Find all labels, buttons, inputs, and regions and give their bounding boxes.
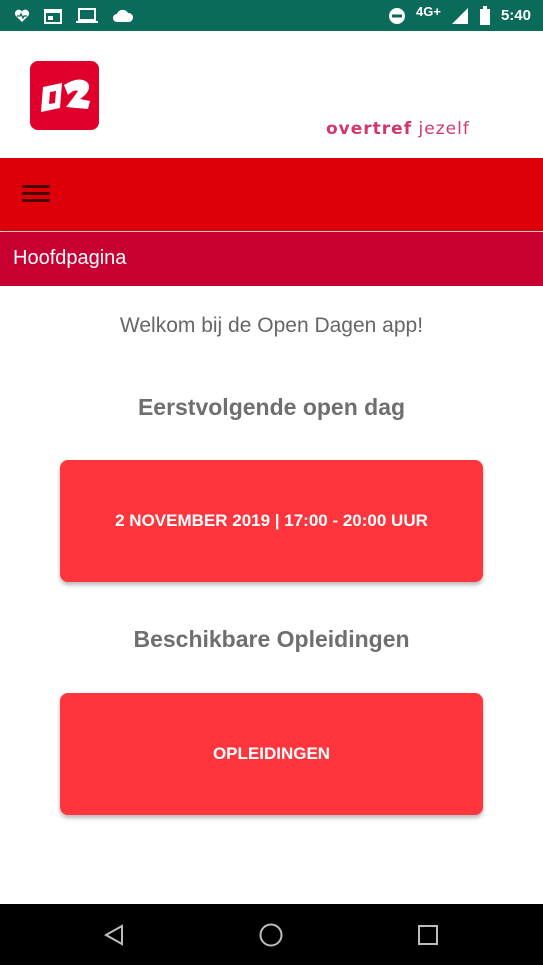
status-bar: 4G+ 5:40 — [0, 0, 543, 31]
page-title: Hoofdpagina — [13, 247, 127, 269]
signal-icon — [451, 7, 469, 25]
school-logo — [30, 61, 99, 130]
heart-pulse-icon — [14, 9, 30, 23]
next-open-day-button[interactable]: 2 NOVEMBER 2019 | 17:00 - 20:00 UUR — [60, 460, 483, 582]
welcome-text: Welkom bij de Open Dagen app! — [119, 314, 424, 337]
system-nav-bar — [0, 904, 543, 965]
tagline-light: jezelf — [418, 119, 470, 139]
app-toolbar — [0, 158, 543, 231]
tagline-bold: overtref — [326, 119, 413, 139]
programs-heading: Beschikbare Opleidingen — [133, 626, 410, 652]
cloud-icon — [112, 9, 134, 23]
network-type: 4G+ — [416, 4, 441, 19]
laptop-icon — [76, 7, 98, 24]
clock: 5:40 — [500, 7, 531, 24]
recents-square-icon[interactable] — [398, 904, 458, 965]
do-not-disturb-icon — [388, 7, 406, 25]
next-open-day-heading: Eerstvolgende open dag — [137, 394, 406, 420]
brand-header: overtref jezelf — [0, 31, 543, 158]
tagline: overtref jezelf — [326, 119, 470, 139]
calendar-icon — [44, 8, 62, 24]
page-header: Hoofdpagina — [0, 232, 543, 286]
battery-icon — [479, 5, 491, 26]
programs-button[interactable]: OPLEIDINGEN — [60, 693, 483, 815]
hamburger-menu-icon[interactable] — [22, 185, 50, 205]
back-triangle-icon[interactable] — [84, 904, 144, 965]
home-circle-icon[interactable] — [241, 904, 301, 965]
